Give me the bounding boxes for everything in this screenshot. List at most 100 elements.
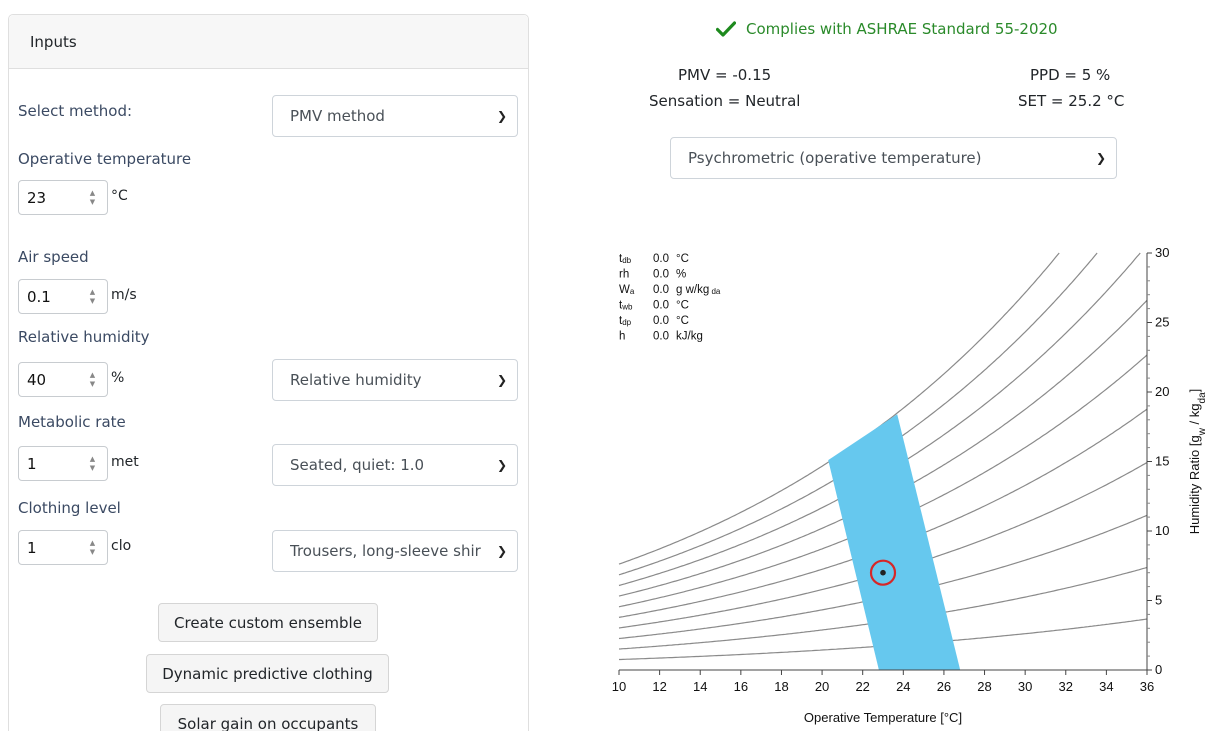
clo-value: 1 (27, 538, 37, 557)
readout-value: 0.0 (653, 331, 669, 343)
x-tick-label: 20 (815, 679, 829, 694)
readout-unit: g w/kg da (676, 284, 721, 296)
readout-symbol: Wa (619, 284, 635, 296)
spin-down-icon[interactable]: ▼ (90, 380, 95, 389)
comfort-zone (828, 414, 961, 670)
clo-spinner[interactable]: ▲ ▼ (85, 531, 99, 564)
spin-down-icon[interactable]: ▼ (90, 548, 95, 557)
op-temp-label: Operative temperature (18, 150, 192, 168)
met-unit: met (111, 454, 139, 470)
air-speed-label: Air speed (18, 248, 89, 266)
rh-input[interactable]: 40 ▲ ▼ (18, 362, 108, 397)
method-select-value: PMV method (290, 107, 385, 125)
met-select-value: Seated, quiet: 1.0 (290, 456, 425, 474)
spin-down-icon[interactable]: ▼ (90, 464, 95, 473)
rh-spinner[interactable]: ▲ ▼ (85, 363, 99, 396)
readout-value: 0.0 (653, 315, 669, 327)
readout-unit: °C (676, 315, 689, 327)
x-tick-label: 30 (1018, 679, 1032, 694)
x-tick-label: 24 (896, 679, 910, 694)
x-axis-label: Operative Temperature [°C] (804, 710, 962, 725)
clo-select-value: Trousers, long-sleeve shir (290, 542, 481, 560)
chevron-down-icon: ❯ (496, 544, 507, 558)
y-axis-label: Humidity Ratio [gw / kgda] (1187, 389, 1206, 535)
spin-up-icon[interactable]: ▲ (90, 371, 95, 380)
x-tick-label: 14 (693, 679, 707, 694)
air-speed-unit: m/s (111, 287, 137, 303)
readout-symbol: tdp (619, 315, 632, 327)
x-tick-label: 10 (612, 679, 626, 694)
spin-down-icon[interactable]: ▼ (90, 297, 95, 306)
set-value: SET = 25.2 °C (1018, 92, 1125, 110)
method-select[interactable]: PMV method ❯ (272, 95, 518, 137)
y-tick-label: 15 (1155, 454, 1169, 469)
x-tick-label: 34 (1099, 679, 1113, 694)
inputs-header: Inputs (9, 15, 528, 69)
y-tick-label: 10 (1155, 523, 1169, 538)
readout-unit: % (676, 269, 686, 281)
x-tick-label: 16 (734, 679, 748, 694)
checkmark-icon (716, 21, 736, 37)
readout-value: 0.0 (653, 253, 669, 265)
sensation-value: Sensation = Neutral (649, 92, 801, 110)
chevron-down-icon: ❯ (496, 109, 507, 123)
readout-symbol: rh (619, 269, 629, 281)
readout-unit: °C (676, 253, 689, 265)
pmv-value: PMV = -0.15 (678, 66, 772, 84)
y-tick-label: 20 (1155, 384, 1169, 399)
readout-value: 0.0 (653, 269, 669, 281)
readout-unit: kJ/kg (676, 331, 703, 343)
compliance-text: Complies with ASHRAE Standard 55-2020 (746, 20, 1058, 38)
op-temp-spinner[interactable]: ▲ ▼ (85, 181, 99, 214)
x-tick-label: 32 (1059, 679, 1073, 694)
psychrometric-chart[interactable]: 10 12 14 16 18 20 22 24 26 28 30 32 34 360 5 10 15 20 25 30… (586, 231, 1206, 731)
readout-symbol: tdb (619, 253, 632, 265)
met-spinner[interactable]: ▲ ▼ (85, 447, 99, 480)
y-tick-label: 0 (1155, 662, 1162, 677)
rh-select-value: Relative humidity (290, 371, 422, 389)
readout-symbol: h (619, 331, 625, 343)
readout-value: 0.0 (653, 284, 669, 296)
y-tick-label: 5 (1155, 593, 1162, 608)
chevron-down-icon: ❯ (1095, 151, 1106, 165)
met-select[interactable]: Seated, quiet: 1.0 ❯ (272, 444, 518, 486)
met-input[interactable]: 1 ▲ ▼ (18, 446, 108, 481)
air-speed-input[interactable]: 0.1 ▲ ▼ (18, 279, 108, 314)
clo-input[interactable]: 1 ▲ ▼ (18, 530, 108, 565)
y-tick-label: 25 (1155, 315, 1169, 330)
met-label: Metabolic rate (18, 413, 126, 431)
x-tick-label: 22 (855, 679, 869, 694)
spin-up-icon[interactable]: ▲ (90, 539, 95, 548)
x-tick-label: 36 (1140, 679, 1154, 694)
create-custom-ensemble-button[interactable]: Create custom ensemble (158, 603, 378, 642)
rh-label: Relative humidity (18, 328, 150, 346)
x-tick-label: 18 (774, 679, 788, 694)
chevron-down-icon: ❯ (496, 373, 507, 387)
x-tick-label: 26 (937, 679, 951, 694)
x-tick-label: 12 (652, 679, 666, 694)
spin-up-icon[interactable]: ▲ (90, 455, 95, 464)
spin-up-icon[interactable]: ▲ (90, 189, 95, 198)
air-speed-spinner[interactable]: ▲ ▼ (85, 280, 99, 313)
y-tick-label: 30 (1155, 245, 1169, 260)
readout-symbol: twb (619, 300, 633, 312)
clo-label: Clothing level (18, 499, 121, 517)
readout-value: 0.0 (653, 300, 669, 312)
air-speed-value: 0.1 (27, 287, 51, 306)
chart-type-select[interactable]: Psychrometric (operative temperature) ❯ (670, 137, 1117, 179)
solar-gain-button[interactable]: Solar gain on occupants (160, 704, 376, 731)
rh-unit: % (111, 370, 125, 386)
spin-up-icon[interactable]: ▲ (90, 288, 95, 297)
ppd-value: PPD = 5 % (1030, 66, 1111, 84)
rh-select[interactable]: Relative humidity ❯ (272, 359, 518, 401)
dynamic-predictive-clothing-button[interactable]: Dynamic predictive clothing (146, 654, 389, 693)
spin-down-icon[interactable]: ▼ (90, 198, 95, 207)
rh-value: 40 (27, 370, 47, 389)
chart-type-value: Psychrometric (operative temperature) (688, 149, 982, 167)
hover-readout: tdb 0.0 °C rh 0.0 % Wa 0.0 g w/kg da twb 0.0 °C tdp 0… (619, 253, 721, 343)
readout-unit: °C (676, 300, 689, 312)
met-value: 1 (27, 454, 37, 473)
op-temp-input[interactable]: 23 ▲ ▼ (18, 180, 108, 215)
method-label: Select method: (18, 102, 133, 120)
clo-select[interactable]: Trousers, long-sleeve shir ❯ (272, 530, 518, 572)
